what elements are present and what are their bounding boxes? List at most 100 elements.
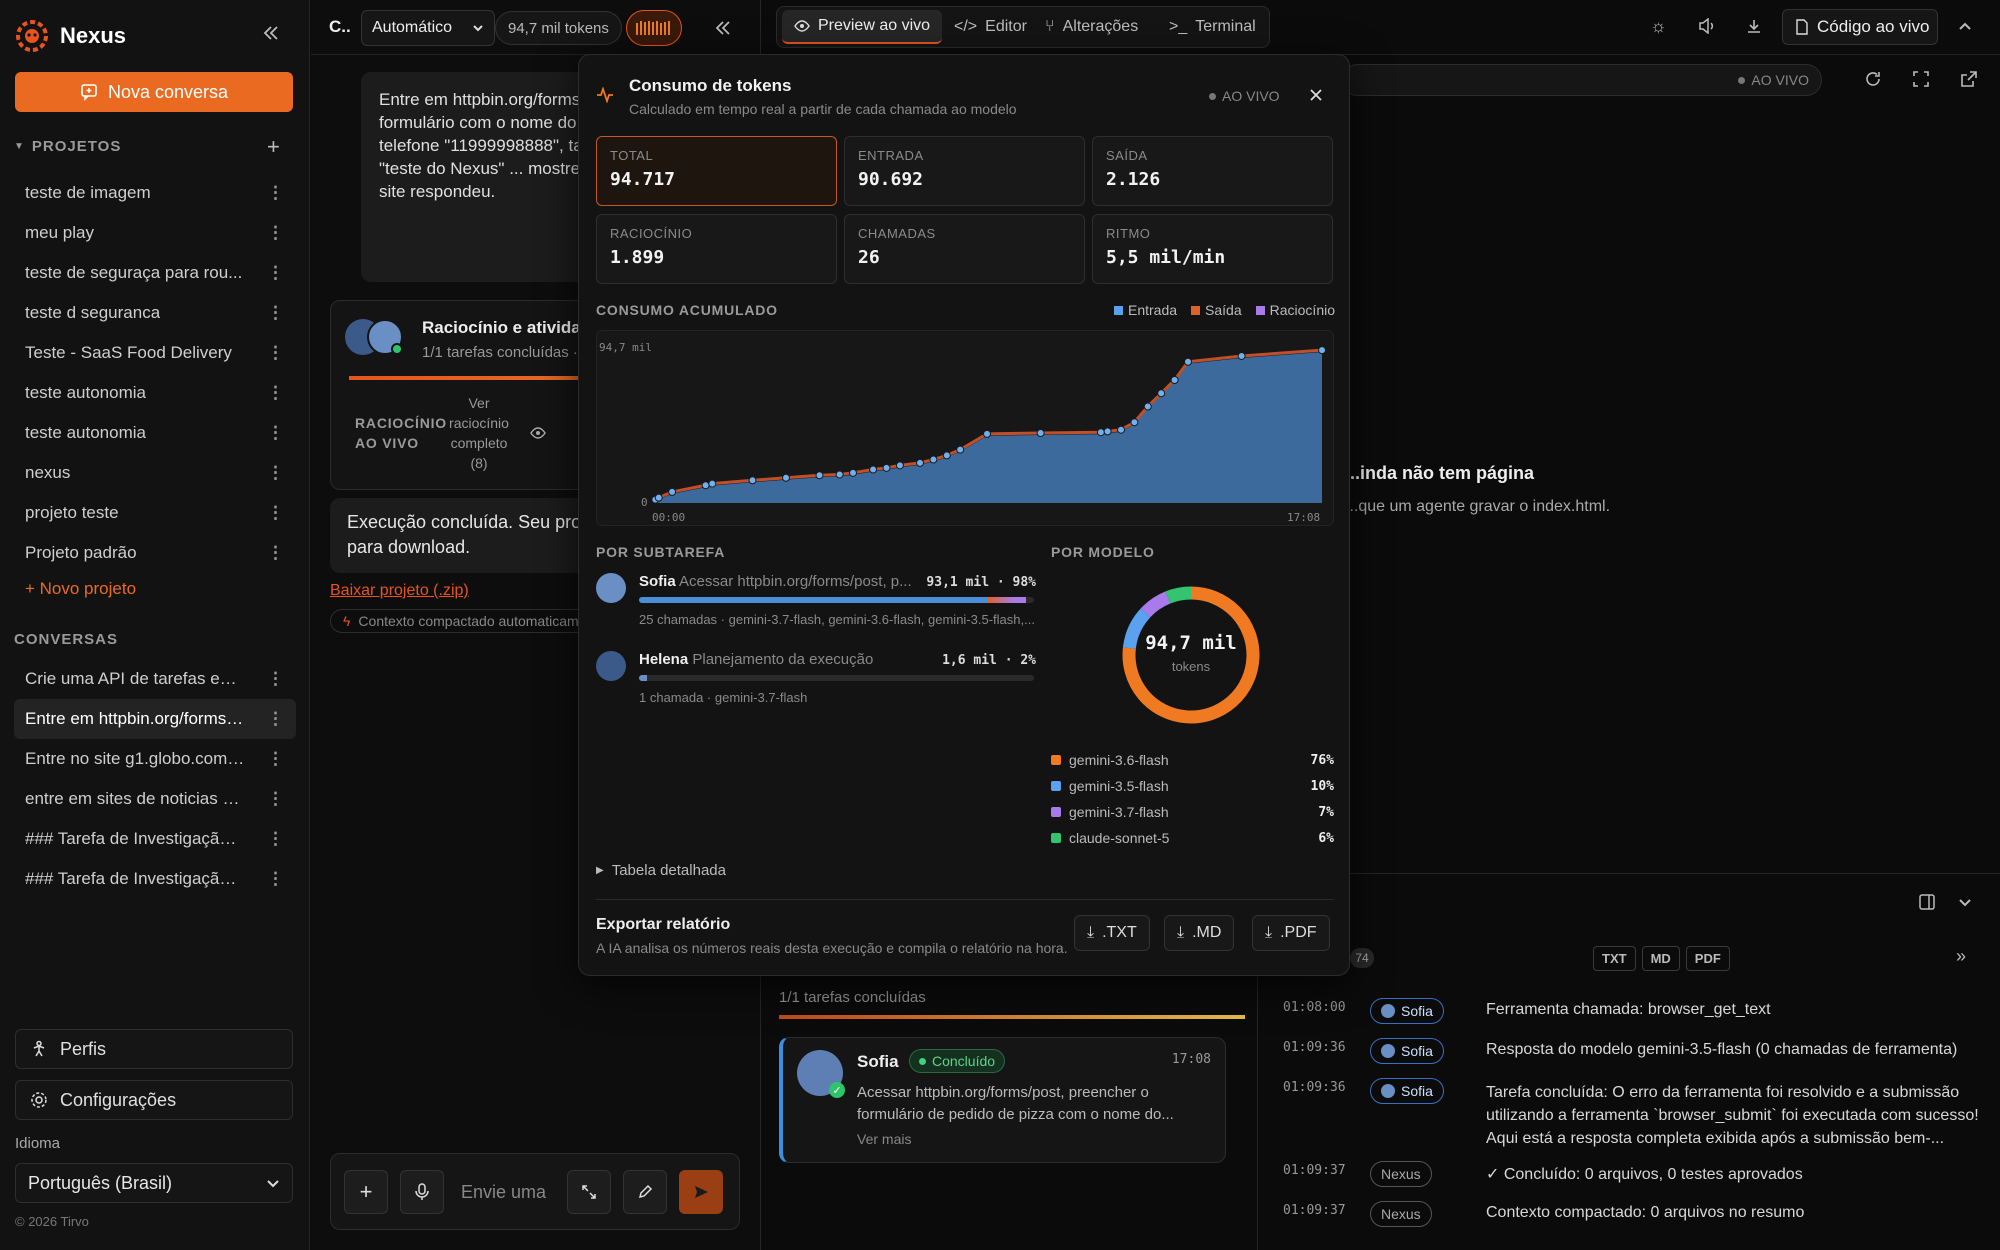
projects-header[interactable]: ▼ PROJETOS: [14, 138, 121, 155]
more-icon[interactable]: ⋮: [267, 543, 284, 563]
conversation-item[interactable]: ### Tarefa de Investigação ... ⋮: [14, 859, 296, 899]
export-md-button[interactable]: ⤓ .MD: [1164, 915, 1235, 951]
subtask-value: 93,1 mil · 98%: [926, 575, 1036, 590]
more-icon[interactable]: ⋮: [267, 343, 284, 363]
project-item[interactable]: teste autonomia ⋮: [14, 413, 296, 453]
project-label: Projeto padrão: [25, 543, 137, 562]
see-more-link[interactable]: Ver mais: [857, 1131, 911, 1147]
conversation-item[interactable]: ### Tarefa de Investigação ... ⋮: [14, 819, 296, 859]
message-input[interactable]: Envie uma: [461, 1182, 546, 1203]
language-label: Idioma: [15, 1135, 61, 1152]
expand-button[interactable]: [567, 1170, 611, 1214]
brand[interactable]: Nexus: [14, 18, 126, 54]
project-item[interactable]: Projeto padrão ⋮: [14, 533, 296, 573]
project-item[interactable]: meu play ⋮: [14, 213, 296, 253]
tab-changes[interactable]: ⑂ Alterações: [1045, 10, 1138, 44]
download-zip-link[interactable]: Baixar projeto (.zip): [330, 582, 469, 600]
token-counter-button[interactable]: 94,7 mil tokens: [495, 11, 622, 45]
more-icon[interactable]: ⋮: [267, 303, 284, 323]
log-message: ✓ Concluído: 0 arquivos, 0 testes aprova…: [1486, 1166, 1803, 1183]
download-icon: ⤓: [1087, 924, 1095, 941]
stat-label: TOTAL: [610, 148, 654, 163]
more-icon[interactable]: ⋮: [267, 789, 284, 809]
detail-table-toggle[interactable]: ▶ Tabela detalhada: [596, 862, 726, 879]
more-icon[interactable]: ⋮: [267, 503, 284, 523]
more-icon[interactable]: ⋮: [267, 263, 284, 283]
split-view-icon[interactable]: [1918, 893, 1936, 911]
sun-icon[interactable]: ☼: [1650, 16, 1667, 37]
more-icon[interactable]: ⋮: [267, 869, 284, 889]
attach-plus-button[interactable]: +: [344, 1170, 388, 1214]
project-item[interactable]: teste d seguranca ⋮: [14, 293, 296, 333]
live-code-button[interactable]: Código ao vivo: [1782, 9, 1938, 45]
mode-value: Automático: [372, 19, 453, 36]
see-reasoning-button[interactable]: Ver raciocínio completo (8): [449, 393, 509, 473]
microphone-button[interactable]: [400, 1170, 444, 1214]
conversation-item[interactable]: Entre no site g1.globo.com, ... ⋮: [14, 739, 296, 779]
new-project-link[interactable]: + Novo projeto: [14, 573, 296, 605]
conversations-title: CONVERSAS: [14, 631, 119, 648]
new-chat-button[interactable]: Nova conversa: [15, 72, 293, 112]
more-icon[interactable]: ⋮: [267, 463, 284, 483]
conversation-item[interactable]: Crie uma API de tarefas em... ⋮: [14, 659, 296, 699]
live-code-label: Código ao vivo: [1817, 17, 1930, 36]
collapse-chat-icon[interactable]: [714, 19, 732, 37]
chevron-down-icon: ▼: [14, 141, 24, 152]
expand-right-icon[interactable]: »: [1956, 946, 1966, 967]
project-item[interactable]: nexus ⋮: [14, 453, 296, 493]
subtask-value: 1,6 mil · 2%: [942, 653, 1036, 668]
more-icon[interactable]: ⋮: [267, 669, 284, 689]
address-bar[interactable]: AO VIVO: [1342, 64, 1822, 96]
project-item[interactable]: teste autonomia ⋮: [14, 373, 296, 413]
tab-preview[interactable]: Preview ao vivo: [782, 10, 942, 44]
data-point: [916, 458, 924, 467]
conversation-item-active[interactable]: Entre em httpbin.org/forms/... ⋮: [14, 699, 296, 739]
more-icon[interactable]: ⋮: [267, 829, 284, 849]
project-item[interactable]: projeto teste ⋮: [14, 493, 296, 533]
chevron-down-icon: [266, 1176, 280, 1190]
project-item[interactable]: teste de seguraça para rou... ⋮: [14, 253, 296, 293]
log-export-pdf[interactable]: PDF: [1685, 946, 1730, 971]
refresh-icon[interactable]: [1864, 70, 1882, 88]
download-icon[interactable]: [1746, 18, 1762, 34]
conversation-item[interactable]: entre em sites de noticias cl... ⋮: [14, 779, 296, 819]
project-label: projeto teste: [25, 503, 119, 522]
log-agent: Sofia: [1401, 1083, 1433, 1099]
tab-terminal[interactable]: >_ Terminal: [1169, 10, 1256, 44]
eye-icon[interactable]: [530, 427, 546, 439]
data-point: [654, 493, 663, 502]
edit-button[interactable]: [623, 1170, 667, 1214]
language-select[interactable]: Português (Brasil): [15, 1163, 293, 1203]
profiles-button[interactable]: Perfis: [15, 1029, 293, 1069]
settings-button[interactable]: Configurações: [15, 1080, 293, 1120]
gear-icon: [30, 1091, 48, 1109]
fullscreen-icon[interactable]: [1912, 70, 1930, 88]
settings-label: Configurações: [60, 1089, 177, 1110]
mode-select[interactable]: Automático: [361, 10, 495, 46]
project-item[interactable]: Teste - SaaS Food Delivery ⋮: [14, 333, 296, 373]
open-external-icon[interactable]: [1960, 70, 1978, 88]
project-item[interactable]: teste de imagem ⋮: [14, 173, 296, 213]
more-icon[interactable]: ⋮: [267, 423, 284, 443]
token-meter-button[interactable]: [626, 10, 682, 46]
add-project-icon[interactable]: +: [267, 134, 280, 160]
more-icon[interactable]: ⋮: [267, 183, 284, 203]
more-icon[interactable]: ⋮: [267, 749, 284, 769]
profiles-label: Perfis: [60, 1038, 107, 1059]
log-export-md[interactable]: MD: [1641, 946, 1680, 971]
export-pdf-button[interactable]: ⤓ .PDF: [1252, 915, 1330, 951]
collapse-sidebar-icon[interactable]: [262, 24, 280, 42]
log-export-txt[interactable]: TXT: [1593, 946, 1636, 971]
task-card[interactable]: ✓ Sofia Concluído 17:08 Acessar httpbin.…: [779, 1037, 1226, 1163]
more-icon[interactable]: ⋮: [267, 223, 284, 243]
speaker-icon[interactable]: [1698, 18, 1716, 34]
tab-editor[interactable]: </> Editor: [954, 10, 1027, 44]
more-icon[interactable]: ⋮: [267, 383, 284, 403]
chevron-down-icon[interactable]: [1958, 895, 1972, 909]
close-icon[interactable]: [1309, 88, 1323, 102]
more-icon[interactable]: ⋮: [267, 709, 284, 729]
export-txt-button[interactable]: ⤓ .TXT: [1074, 915, 1150, 951]
send-button[interactable]: [679, 1170, 723, 1214]
activity-title: Raciocínio e atividade: [422, 318, 601, 337]
chevron-up-icon[interactable]: [1958, 20, 1972, 34]
